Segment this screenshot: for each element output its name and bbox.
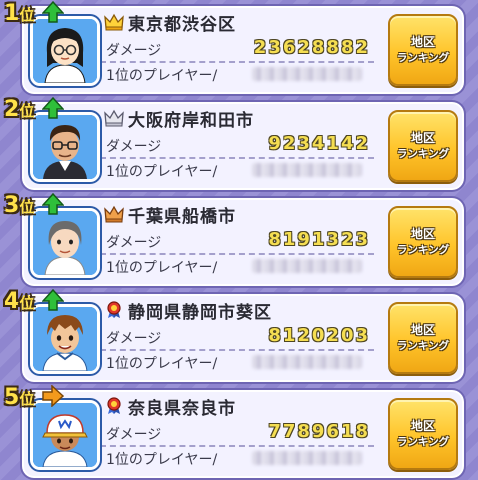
ranking-row: 1位 東京都渋谷区 ダメージ 23628882 1位のプレイヤー/ 地区 ランキ… [0, 0, 478, 94]
damage-label: ダメージ [106, 331, 162, 347]
damage-line: ダメージ 7789618 [100, 421, 374, 447]
top-player-line: 1位のプレイヤー/ [100, 63, 374, 85]
top-player-line: 1位のプレイヤー/ [100, 159, 374, 181]
region-name: 静岡県静岡市葵区 [128, 302, 272, 323]
region-ranking-button[interactable]: 地区 ランキング [388, 206, 458, 278]
ranking-row: 3位 千葉県船橋市 ダメージ 8191323 1位のプレイヤー/ 地区 ランキン… [0, 192, 478, 286]
blurred-player-name [252, 451, 362, 465]
trend-up-arrow-icon [42, 97, 64, 119]
button-label-line2: ランキング [396, 148, 450, 160]
damage-label: ダメージ [106, 139, 162, 155]
rank-label: 1位 [4, 1, 35, 26]
ribbon-medal-icon [104, 397, 124, 415]
top-player-line: 1位のプレイヤー/ [100, 255, 374, 277]
crown-silver-icon [104, 109, 124, 127]
button-label-line1: 地区 [410, 227, 435, 241]
top-player-line: 1位のプレイヤー/ [100, 447, 374, 469]
ribbon-medal-icon [104, 301, 124, 319]
button-label-line2: ランキング [396, 436, 450, 448]
ranking-row: 5位 奈良県奈良市 ダメージ 7789618 1位のプレイヤー/ 地区 ランキン… [0, 384, 478, 478]
player-avatar [30, 16, 100, 86]
region-name: 千葉県船橋市 [128, 206, 236, 227]
top-player-label: 1位のプレイヤー/ [106, 260, 218, 276]
trend-up-arrow-icon [42, 289, 64, 311]
damage-label: ダメージ [106, 427, 162, 443]
player-avatar [30, 208, 100, 278]
region-title: 静岡県静岡市葵区 [104, 298, 366, 323]
crown-gold-icon [104, 13, 124, 31]
damage-line: ダメージ 9234142 [100, 133, 374, 159]
region-title: 大阪府岸和田市 [104, 106, 366, 131]
button-label-line1: 地区 [410, 35, 435, 49]
rank-label: 2位 [4, 97, 35, 122]
button-label-line2: ランキング [396, 244, 450, 256]
damage-value: 8120203 [268, 325, 370, 346]
region-ranking-button[interactable]: 地区 ランキング [388, 14, 458, 86]
damage-value: 8191323 [268, 229, 370, 250]
top-player-label: 1位のプレイヤー/ [106, 68, 218, 84]
rank-label: 5位 [4, 385, 35, 410]
region-name: 大阪府岸和田市 [128, 110, 254, 131]
button-label-line1: 地区 [410, 419, 435, 433]
top-player-label: 1位のプレイヤー/ [106, 164, 218, 180]
trend-up-arrow-icon [42, 193, 64, 215]
button-label-line2: ランキング [396, 340, 450, 352]
player-avatar [30, 112, 100, 182]
region-ranking-button[interactable]: 地区 ランキング [388, 110, 458, 182]
region-name: 奈良県奈良市 [128, 398, 236, 419]
top-player-label: 1位のプレイヤー/ [106, 356, 218, 372]
blurred-player-name [252, 163, 362, 177]
damage-line: ダメージ 23628882 [100, 37, 374, 63]
rank-label: 3位 [4, 193, 35, 218]
damage-value: 7789618 [268, 421, 370, 442]
blurred-player-name [252, 67, 362, 81]
region-ranking-button[interactable]: 地区 ランキング [388, 302, 458, 374]
rank-label: 4位 [4, 289, 35, 314]
region-name: 東京都渋谷区 [128, 14, 236, 35]
player-avatar [30, 400, 100, 470]
button-label-line2: ランキング [396, 52, 450, 64]
trend-same-arrow-icon [42, 385, 64, 407]
blurred-player-name [252, 259, 362, 273]
trend-up-arrow-icon [42, 1, 64, 23]
damage-value: 9234142 [268, 133, 370, 154]
damage-line: ダメージ 8191323 [100, 229, 374, 255]
ranking-row: 2位 大阪府岸和田市 ダメージ 9234142 1位のプレイヤー/ 地区 ランキ… [0, 96, 478, 190]
damage-label: ダメージ [106, 235, 162, 251]
blurred-player-name [252, 355, 362, 369]
region-title: 東京都渋谷区 [104, 10, 366, 35]
region-title: 奈良県奈良市 [104, 394, 366, 419]
damage-line: ダメージ 8120203 [100, 325, 374, 351]
button-label-line1: 地区 [410, 323, 435, 337]
top-player-label: 1位のプレイヤー/ [106, 452, 218, 468]
button-label-line1: 地区 [410, 131, 435, 145]
crown-bronze-icon [104, 205, 124, 223]
ranking-row: 4位 静岡県静岡市葵区 ダメージ 8120203 1位のプレイヤー/ 地区 ラン… [0, 288, 478, 382]
player-avatar [30, 304, 100, 374]
region-title: 千葉県船橋市 [104, 202, 366, 227]
ranking-list: 1位 東京都渋谷区 ダメージ 23628882 1位のプレイヤー/ 地区 ランキ… [0, 0, 478, 480]
damage-value: 23628882 [253, 37, 370, 58]
region-ranking-button[interactable]: 地区 ランキング [388, 398, 458, 470]
damage-label: ダメージ [106, 43, 162, 59]
top-player-line: 1位のプレイヤー/ [100, 351, 374, 373]
